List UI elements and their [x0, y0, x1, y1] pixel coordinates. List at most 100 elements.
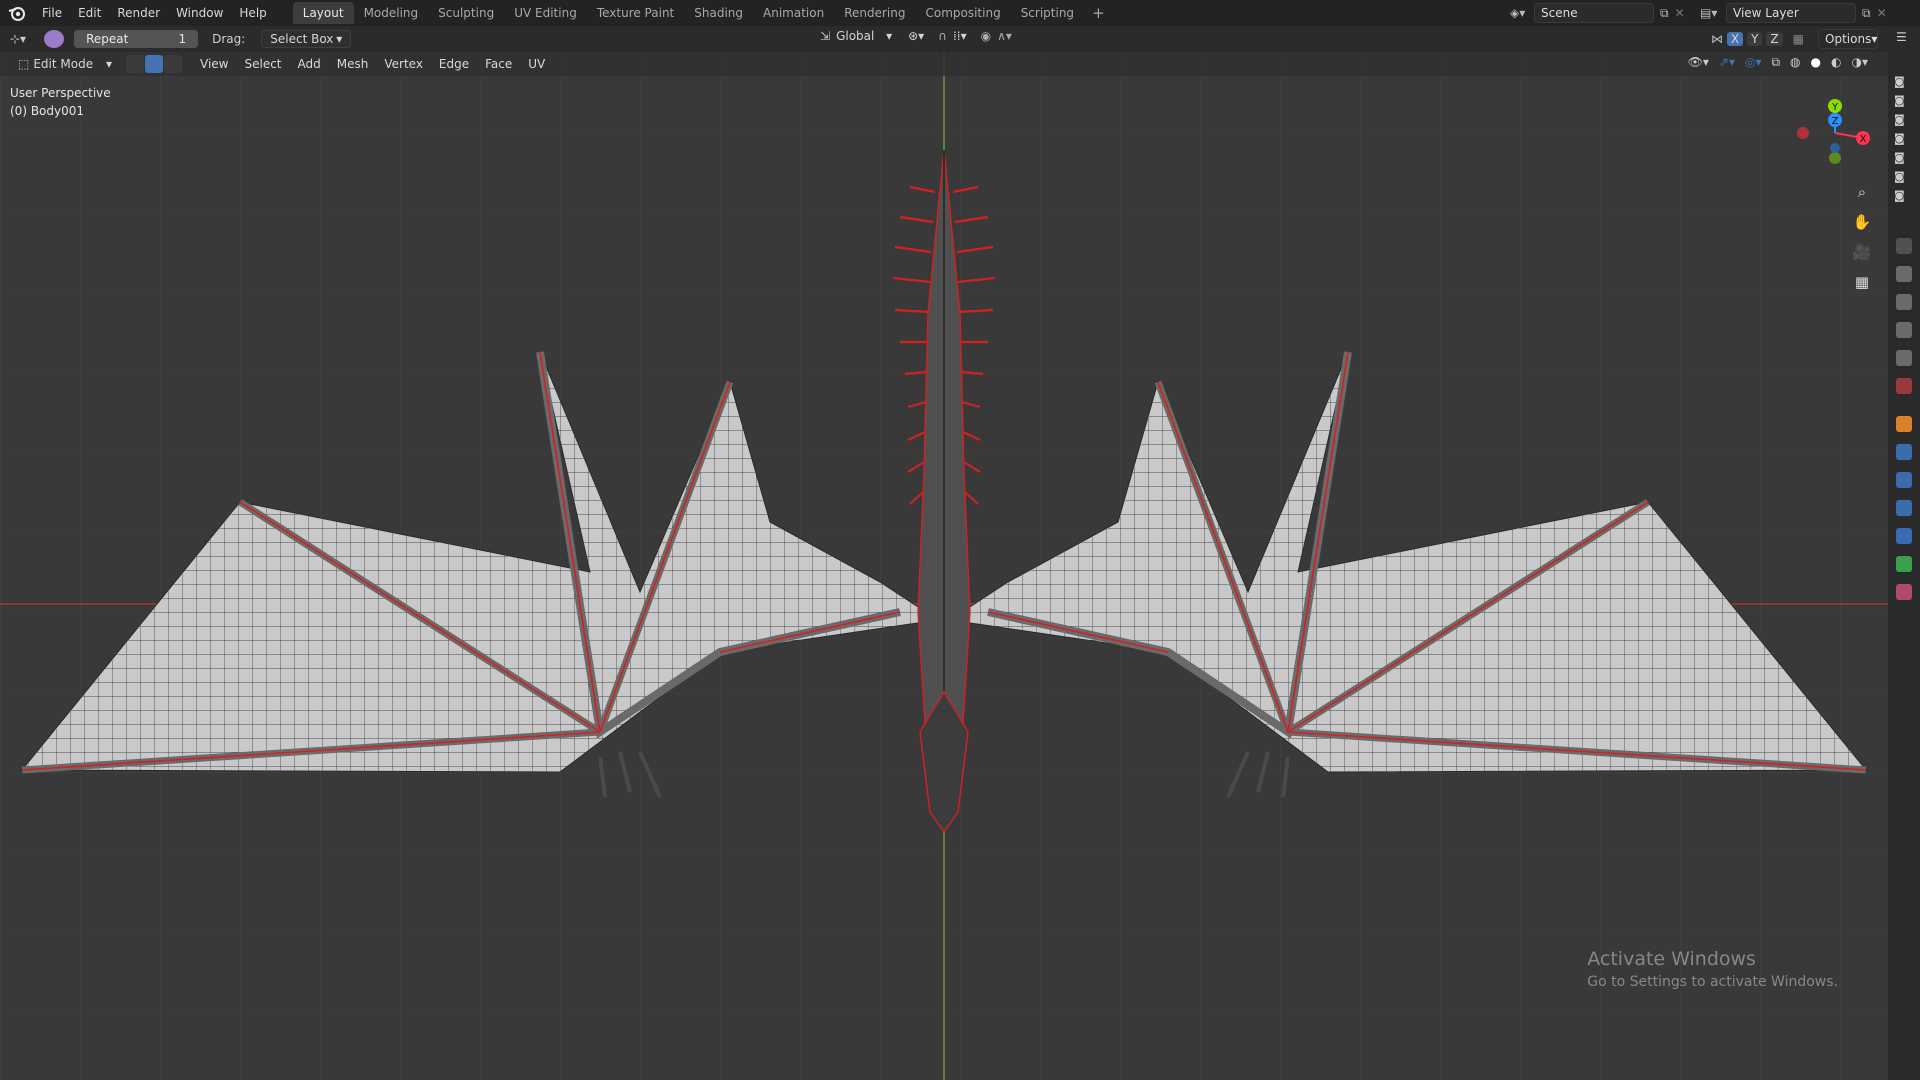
menu-select[interactable]: Select [236, 57, 289, 71]
tab-rendering[interactable]: Rendering [834, 2, 915, 24]
menu-help[interactable]: Help [231, 0, 274, 26]
tab-layout[interactable]: Layout [292, 2, 354, 24]
transform-orientation-dropdown[interactable]: Global [836, 29, 880, 43]
solid-shading-icon[interactable]: ● [1811, 55, 1821, 70]
tab-shading[interactable]: Shading [684, 2, 753, 24]
editor-type-icon[interactable]: ⊹▾ [10, 32, 26, 46]
rendered-shading-icon[interactable]: ◑▾ [1852, 55, 1869, 70]
menu-face[interactable]: Face [477, 57, 520, 71]
new-view-layer-icon[interactable]: ⧉ [1862, 6, 1871, 21]
options-dropdown[interactable]: Options ▾ [1818, 29, 1878, 49]
active-tool-icon[interactable] [44, 30, 65, 48]
camera-view-icon[interactable]: 🎥 [1848, 238, 1876, 266]
render-visibility-icon[interactable]: ◙ [1894, 151, 1910, 164]
mirror-y-toggle[interactable]: Y [1747, 32, 1763, 46]
menu-window[interactable]: Window [168, 0, 231, 26]
repeat-last-field[interactable]: Repeat 1 [74, 30, 199, 48]
render-visibility-icon[interactable]: ◙ [1894, 132, 1910, 145]
transform-tools: ⇲ Global ▾ ⊛▾ ∩ ⁞⁞▾ ◉ ∧▾ [820, 29, 1012, 43]
menu-view[interactable]: View [192, 57, 236, 71]
menu-mesh[interactable]: Mesh [329, 57, 377, 71]
menu-add[interactable]: Add [290, 57, 329, 71]
proportional-edit-icon[interactable]: ◉ [981, 29, 991, 43]
menu-vertex[interactable]: Vertex [376, 57, 431, 71]
render-visibility-icon[interactable]: ◙ [1894, 94, 1910, 107]
zoom-icon[interactable]: ⌕ [1848, 178, 1876, 206]
render-visibility-icon[interactable]: ◙ [1894, 189, 1910, 202]
particles-tab-icon[interactable] [1896, 472, 1912, 488]
delete-view-layer-icon[interactable]: ✕ [1877, 6, 1887, 20]
menu-file[interactable]: File [34, 0, 70, 26]
menu-edit[interactable]: Edit [70, 0, 109, 26]
scene-selector: ◈▾ Scene ⧉ ✕ [1510, 3, 1690, 23]
outliner-toggle-icon[interactable]: ☰ [1896, 30, 1912, 46]
tab-scripting[interactable]: Scripting [1011, 2, 1084, 24]
material-shading-icon[interactable]: ◐ [1831, 55, 1841, 70]
xray-toggle-icon[interactable]: ⧉ [1771, 55, 1780, 70]
selection-mode-group [126, 55, 182, 73]
scene-name-field[interactable]: Scene [1534, 3, 1654, 23]
view-layer-icon[interactable]: ▤▾ [1700, 6, 1726, 20]
drag-select-dropdown[interactable]: Select Box ▾ [261, 30, 352, 48]
3d-viewport[interactable]: User Perspective (0) Body001 X Y Z ⌕ ✋ 🎥… [0, 52, 1888, 1080]
render-visibility-icon[interactable]: ◙ [1894, 113, 1910, 126]
new-scene-icon[interactable]: ⧉ [1660, 6, 1669, 21]
tab-animation[interactable]: Animation [753, 2, 834, 24]
modifier-tab-icon[interactable] [1896, 444, 1912, 460]
interaction-mode-dropdown[interactable]: ⬚ Edit Mode ▾ [10, 57, 120, 71]
gizmo-y-label: Y [1831, 102, 1839, 113]
menu-edge[interactable]: Edge [431, 57, 477, 71]
axis-gizmo[interactable]: X Y Z [1785, 88, 1871, 174]
wireframe-shading-icon[interactable]: ◍ [1790, 55, 1800, 70]
options-label: Options [1825, 32, 1872, 46]
material-tab-icon[interactable] [1896, 584, 1912, 600]
physics-tab-icon[interactable] [1896, 500, 1912, 516]
mirror-z-toggle[interactable]: Z [1766, 32, 1783, 46]
render-tab-icon[interactable] [1896, 266, 1912, 282]
pivot-point-icon[interactable]: ⊛▾ [908, 29, 924, 43]
watermark-title: Activate Windows [1587, 948, 1756, 970]
tab-modeling[interactable]: Modeling [354, 2, 429, 24]
outliner-restrict-column: ◙ ◙ ◙ ◙ ◙ ◙ ◙ [1894, 75, 1910, 202]
face-select-icon[interactable] [164, 55, 182, 73]
view-layer-name-field[interactable]: View Layer [1726, 3, 1856, 23]
delete-scene-icon[interactable]: ✕ [1675, 6, 1685, 20]
object-tab-icon[interactable] [1896, 416, 1912, 432]
view-layer-tab-icon[interactable] [1896, 322, 1912, 338]
scene-tab-icon[interactable] [1896, 350, 1912, 366]
gizmo-toggle-icon[interactable]: ⇗▾ [1719, 55, 1735, 70]
menu-render[interactable]: Render [109, 0, 168, 26]
snap-magnet-icon[interactable]: ∩ [938, 29, 947, 43]
add-workspace-button[interactable]: + [1084, 4, 1113, 22]
watermark-subtitle: Go to Settings to activate Windows. [1587, 974, 1838, 990]
scene-icon[interactable]: ◈▾ [1510, 6, 1534, 20]
overlay-toggle-icon[interactable]: ◎▾ [1745, 55, 1762, 70]
world-tab-icon[interactable] [1896, 378, 1912, 394]
mirror-x-toggle[interactable]: X [1726, 32, 1744, 46]
mirror-icon[interactable]: ⋈ [1711, 32, 1723, 46]
blender-logo-icon[interactable] [0, 0, 34, 26]
falloff-icon[interactable]: ∧▾ [997, 29, 1012, 43]
snap-target-icon[interactable]: ⁞⁞▾ [953, 29, 967, 43]
edge-select-icon[interactable] [145, 55, 163, 73]
pan-hand-icon[interactable]: ✋ [1848, 208, 1876, 236]
menu-uv[interactable]: UV [520, 57, 553, 71]
tab-uv-editing[interactable]: UV Editing [504, 2, 587, 24]
data-tab-icon[interactable] [1896, 556, 1912, 572]
vertex-select-icon[interactable] [126, 55, 144, 73]
output-tab-icon[interactable] [1896, 294, 1912, 310]
render-visibility-icon[interactable]: ◙ [1894, 170, 1910, 183]
tab-texture-paint[interactable]: Texture Paint [587, 2, 684, 24]
chevron-down-icon: ▾ [886, 29, 893, 43]
chevron-down-icon: ▾ [336, 32, 343, 46]
top-bar: File Edit Render Window Help Layout Mode… [0, 0, 1920, 26]
tab-sculpting[interactable]: Sculpting [428, 2, 504, 24]
tool-tab-icon[interactable] [1896, 238, 1912, 254]
topology-mirror-icon[interactable]: ▦ [1793, 32, 1804, 46]
constraints-tab-icon[interactable] [1896, 528, 1912, 544]
render-visibility-icon[interactable]: ◙ [1894, 75, 1910, 88]
tab-compositing[interactable]: Compositing [915, 2, 1010, 24]
perspective-toggle-icon[interactable]: ▦ [1848, 268, 1876, 296]
orientation-icon: ⇲ [820, 29, 831, 43]
visibility-eye-icon[interactable]: 👁▾ [1688, 55, 1709, 70]
